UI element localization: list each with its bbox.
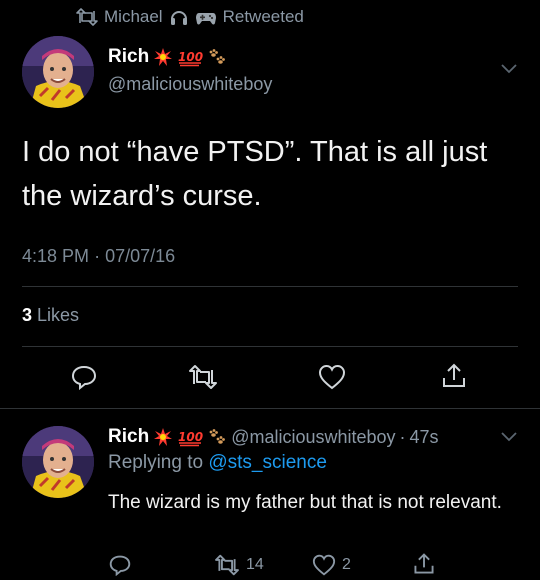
likes-count-link[interactable]: 3 Likes	[22, 305, 79, 326]
retweet-icon[interactable]	[188, 364, 218, 390]
tweet-date: 07/07/16	[105, 246, 176, 266]
like-heart-icon	[312, 554, 336, 576]
hundred-points-emoji-icon: 100	[178, 430, 203, 447]
retweet-icon	[76, 8, 98, 26]
divider	[22, 286, 518, 287]
replying-to: Replying to @sts_science	[108, 452, 327, 474]
like-count: 2	[342, 556, 351, 573]
chevron-down-icon[interactable]	[500, 62, 518, 76]
headphones-emoji-icon	[170, 11, 187, 25]
avatar-image	[22, 426, 94, 498]
retweet-count: 14	[246, 556, 264, 573]
reply-author-handle[interactable]: @maliciouswhiteboy	[231, 427, 395, 448]
tweet-timestamp[interactable]: 4:18 PM · 07/07/16	[22, 246, 175, 267]
reply-like-action[interactable]: 2	[312, 554, 351, 576]
author-name-row[interactable]: Rich 100	[108, 46, 227, 68]
retweeted-label: Retweeted	[222, 7, 304, 26]
retweeter-name[interactable]: Michael	[104, 7, 163, 27]
divider	[22, 346, 518, 347]
likes-number: 3	[22, 305, 33, 325]
likes-label: Likes	[37, 305, 80, 325]
share-icon[interactable]	[440, 362, 468, 390]
paw-prints-emoji-icon	[209, 49, 226, 64]
svg-text:100: 100	[178, 50, 203, 64]
game-controller-emoji-icon	[195, 13, 216, 25]
hundred-points-emoji-icon: 100	[178, 50, 203, 67]
like-heart-icon[interactable]	[318, 364, 346, 390]
chevron-down-icon[interactable]	[500, 430, 518, 444]
retweet-icon	[215, 554, 239, 576]
reply-text: The wizard is my father but that is not …	[108, 492, 502, 513]
reply-avatar[interactable]	[22, 426, 94, 498]
author-handle[interactable]: @maliciouswhiteboy	[108, 74, 272, 95]
replying-to-handle[interactable]: @sts_science	[208, 452, 327, 473]
reply-author-name[interactable]: Rich	[108, 426, 149, 448]
collision-emoji-icon	[154, 48, 173, 66]
meta-separator: ·	[94, 246, 101, 266]
tweet-time: 4:18 PM	[22, 246, 90, 266]
paw-prints-emoji-icon	[209, 429, 226, 444]
reply-time[interactable]: 47s	[410, 427, 439, 448]
reply-author-row[interactable]: Rich 100 @maliciouswhiteboy · 47s	[108, 426, 439, 448]
reply-time-separator: ·	[399, 426, 406, 447]
reply-retweet-action[interactable]: 14	[214, 554, 264, 576]
svg-text:100: 100	[178, 430, 203, 444]
share-icon[interactable]	[412, 552, 436, 576]
reply-icon[interactable]	[70, 364, 98, 390]
retweet-context: Michael Retweeted	[76, 4, 304, 30]
divider	[0, 408, 540, 409]
avatar[interactable]	[22, 36, 94, 108]
avatar-image	[22, 36, 94, 108]
author-name[interactable]: Rich	[108, 46, 149, 68]
replying-to-label: Replying to	[108, 452, 204, 473]
tweet-text: I do not “have PTSD”. That is all just t…	[22, 136, 488, 212]
collision-emoji-icon	[154, 428, 173, 446]
reply-icon[interactable]	[108, 554, 132, 576]
